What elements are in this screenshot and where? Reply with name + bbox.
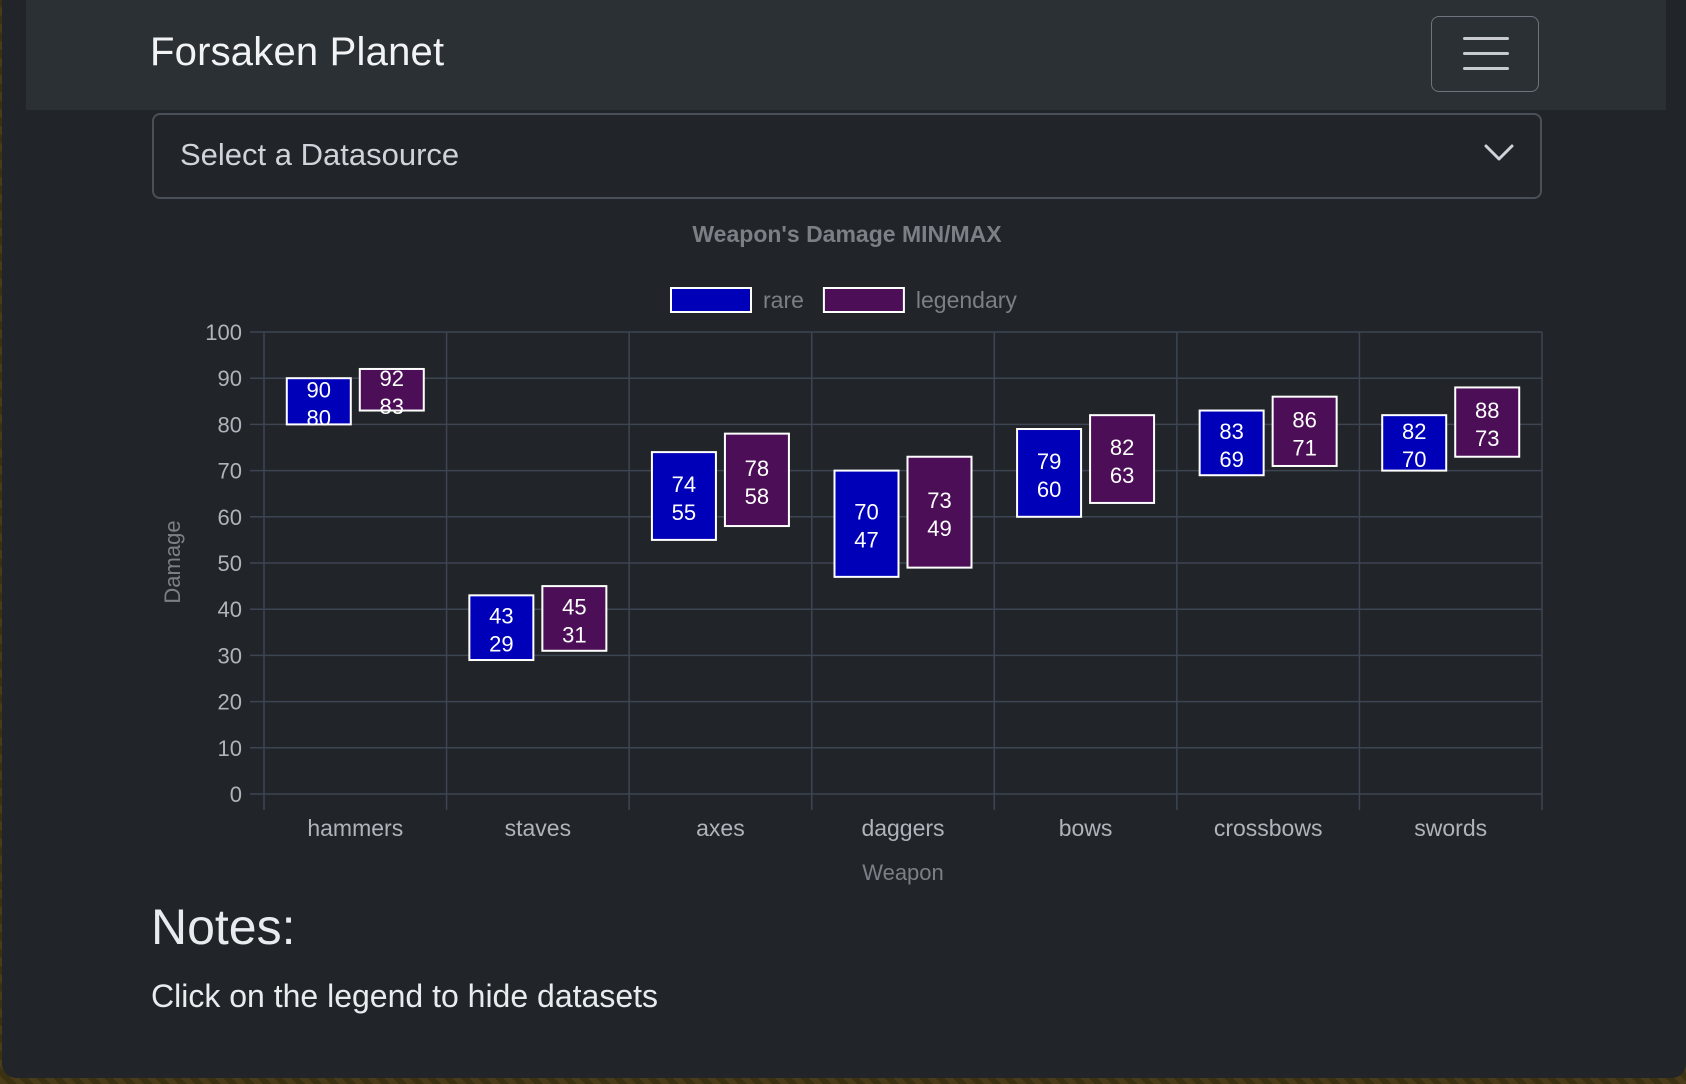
data-label-min: 70 [1402,447,1426,472]
data-label-min: 47 [854,528,878,553]
chevron-down-icon [1484,144,1514,161]
data-label-min: 83 [380,394,404,419]
datasource-select[interactable]: Select a Datasource [152,113,1542,199]
navbar: Forsaken Planet [26,0,1666,110]
y-axis-label: Damage [160,520,185,603]
data-label-min: 80 [307,405,331,430]
data-label-min: 49 [927,516,951,541]
data-label-max: 90 [307,377,331,402]
data-label-min: 69 [1219,447,1243,472]
y-axis-ticks: 0 10 20 30 40 50 60 70 80 90 100 [205,320,242,807]
data-label-min: 73 [1475,426,1499,451]
y-tick-label: 50 [218,551,242,576]
brand-title[interactable]: Forsaken Planet [150,30,444,75]
data-label-max: 70 [854,500,878,525]
chart-legend: rare legendary [670,287,1018,313]
x-axis-ticks: hammers staves axes daggers bows crossbows swo… [307,815,1487,841]
x-tick-label: hammers [307,815,403,841]
notes-heading: Notes: [151,899,296,955]
legend-label-rare: rare [763,287,804,313]
legend-swatch-rare [670,287,752,313]
legend-item-legendary[interactable]: legendary [822,287,1018,313]
hamburger-menu-icon [1463,37,1509,40]
data-label-max: 92 [380,366,404,391]
y-tick-label: 70 [218,459,242,484]
data-label-max: 86 [1292,407,1316,432]
data-label-min: 55 [672,500,696,525]
data-label-max: 45 [562,594,586,619]
x-tick-label: axes [696,815,745,841]
legend-item-rare[interactable]: rare [670,287,804,313]
data-label-max: 74 [672,472,696,497]
x-axis-label: Weapon [862,860,944,885]
y-tick-label: 20 [218,690,242,715]
legend-swatch-legendary [822,287,905,313]
datasource-select-value: Select a Datasource [180,137,460,172]
hamburger-menu-icon [1463,67,1509,70]
data-label-min: 29 [489,632,513,657]
x-tick-label: staves [505,815,571,841]
y-tick-label: 80 [218,412,242,437]
data-label-min: 60 [1037,477,1061,502]
app-window: Forsaken Planet Select a Datasource Weap… [2,0,1686,1078]
y-tick-label: 0 [230,782,242,807]
damage-chart: Weapon's Damage MIN/MAX rare legendary 0 1… [160,221,1543,885]
y-tick-label: 10 [218,736,242,761]
y-tick-label: 40 [218,597,242,622]
hamburger-menu-icon [1463,52,1509,55]
y-tick-label: 90 [218,366,242,391]
data-label-max: 82 [1402,419,1426,444]
data-label-max: 43 [489,604,513,629]
data-label-max: 82 [1110,435,1134,460]
menu-toggle-button[interactable] [1431,16,1539,92]
y-tick-label: 60 [218,505,242,530]
notes-text: Click on the legend to hide datasets [151,978,658,1014]
y-tick-label: 100 [205,320,242,345]
data-label-max: 83 [1219,419,1243,444]
data-label-min: 63 [1110,463,1134,488]
data-label-min: 31 [562,622,586,647]
x-tick-label: crossbows [1214,815,1323,841]
x-tick-label: daggers [861,815,944,841]
x-tick-label: swords [1414,815,1487,841]
chart-bars: 90 80 92 83 43 29 45 31 74 55 78 58 70 47 73 49 79 60 82 63… [285,366,1521,662]
data-label-max: 79 [1037,449,1061,474]
legend-label-legendary: legendary [916,287,1018,313]
x-tick-label: bows [1059,815,1113,841]
data-label-max: 78 [745,456,769,481]
data-label-max: 88 [1475,398,1499,423]
y-tick-label: 30 [218,643,242,668]
data-label-min: 71 [1292,435,1316,460]
chart-title: Weapon's Damage MIN/MAX [692,221,1002,247]
data-label-min: 58 [745,484,769,509]
data-label-max: 73 [927,488,951,513]
